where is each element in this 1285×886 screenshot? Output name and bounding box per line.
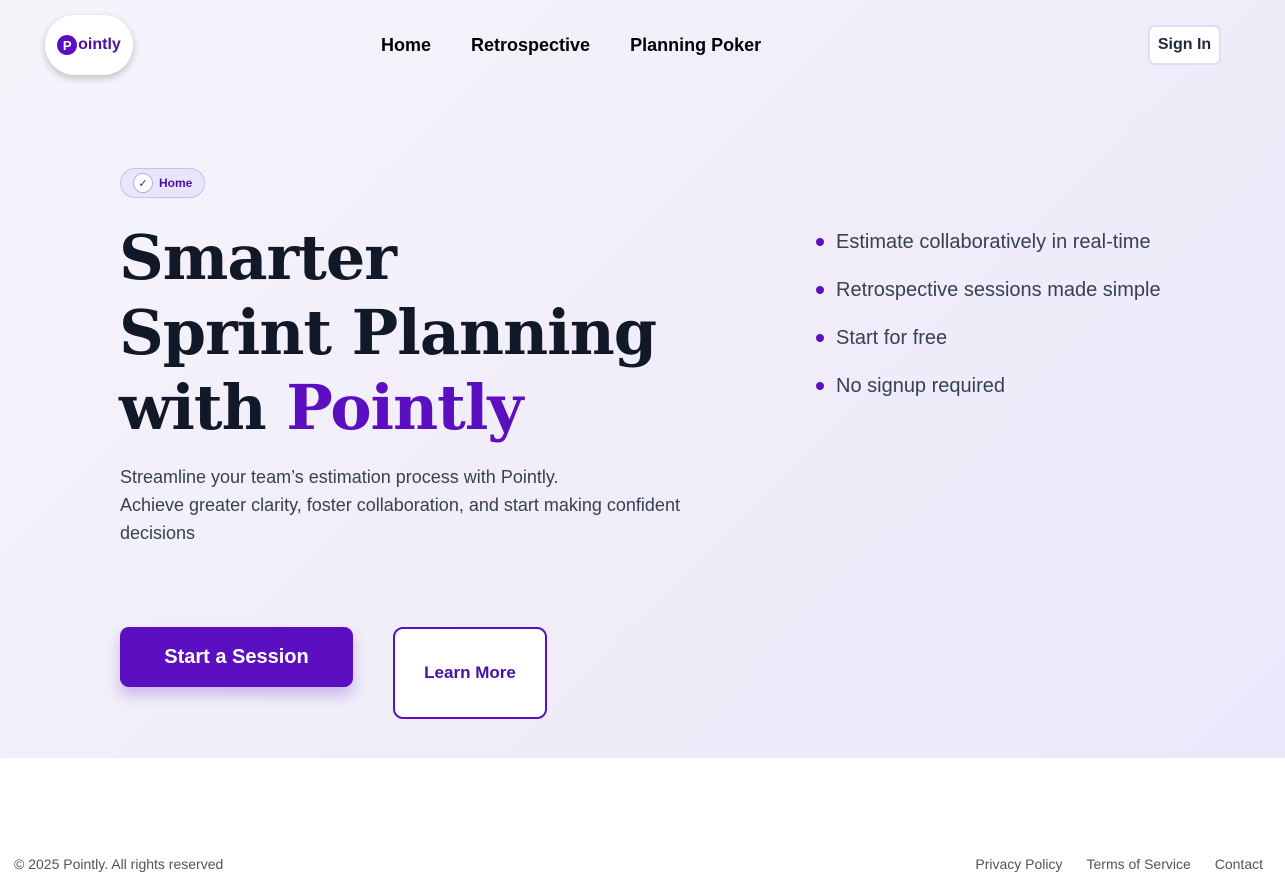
nav-item-home[interactable]: Home	[381, 34, 431, 56]
feature-text: No signup required	[836, 375, 1005, 397]
bullet-icon	[816, 334, 824, 342]
feature-text: Retrospective sessions made simple	[836, 279, 1161, 301]
sign-in-button[interactable]: Sign In	[1148, 25, 1221, 65]
start-session-button[interactable]: Start a Session	[120, 627, 353, 687]
feature-item: Estimate collaboratively in real-time	[816, 230, 1161, 254]
logo-mark-icon: P	[57, 35, 78, 55]
headline-line-2: Sprint Planning	[119, 296, 657, 369]
bullet-icon	[816, 286, 824, 294]
nav-item-planning-poker[interactable]: Planning Poker	[630, 34, 761, 56]
headline-line-1: Smarter	[119, 221, 397, 294]
check-icon: ✓	[133, 173, 153, 193]
hero-section: P ointly Home Retrospective Planning Pok…	[0, 0, 1285, 758]
feature-text: Estimate collaboratively in real-time	[836, 231, 1151, 253]
logo-text: ointly	[78, 36, 121, 53]
nav-item-retrospective[interactable]: Retrospective	[471, 34, 590, 56]
bullet-icon	[816, 238, 824, 246]
badge-label: Home	[159, 176, 193, 190]
headline-accent: Pointly	[286, 371, 523, 444]
logo[interactable]: P ointly	[45, 15, 133, 75]
footer-links: Privacy Policy Terms of Service Contact	[975, 856, 1263, 872]
logo-letter: P	[62, 37, 72, 53]
page-title: Smarter Sprint Planning with Pointly	[119, 220, 657, 445]
hero-subtext: Streamline your team’s estimation proces…	[120, 463, 720, 547]
feature-item: Retrospective sessions made simple	[816, 278, 1161, 302]
breadcrumb-badge: ✓ Home	[120, 168, 206, 198]
headline-line-3-prefix: with	[119, 371, 287, 444]
bullet-icon	[816, 382, 824, 390]
footer-link-privacy[interactable]: Privacy Policy	[975, 856, 1062, 872]
learn-more-button[interactable]: Learn More	[393, 627, 547, 719]
footer: © 2025 Pointly. All rights reserved Priv…	[0, 850, 1285, 878]
feature-item: Start for free	[816, 326, 1161, 350]
main-nav: Home Retrospective Planning Poker	[381, 34, 761, 56]
feature-text: Start for free	[836, 327, 948, 349]
footer-link-terms[interactable]: Terms of Service	[1087, 856, 1191, 872]
feature-item: No signup required	[816, 374, 1161, 398]
subtext-line-1: Streamline your team’s estimation proces…	[120, 467, 559, 487]
copyright-text: © 2025 Pointly. All rights reserved	[14, 856, 224, 872]
feature-list: Estimate collaboratively in real-time Re…	[816, 230, 1161, 422]
subtext-line-2: Achieve greater clarity, foster collabor…	[120, 495, 680, 543]
footer-link-contact[interactable]: Contact	[1215, 856, 1263, 872]
